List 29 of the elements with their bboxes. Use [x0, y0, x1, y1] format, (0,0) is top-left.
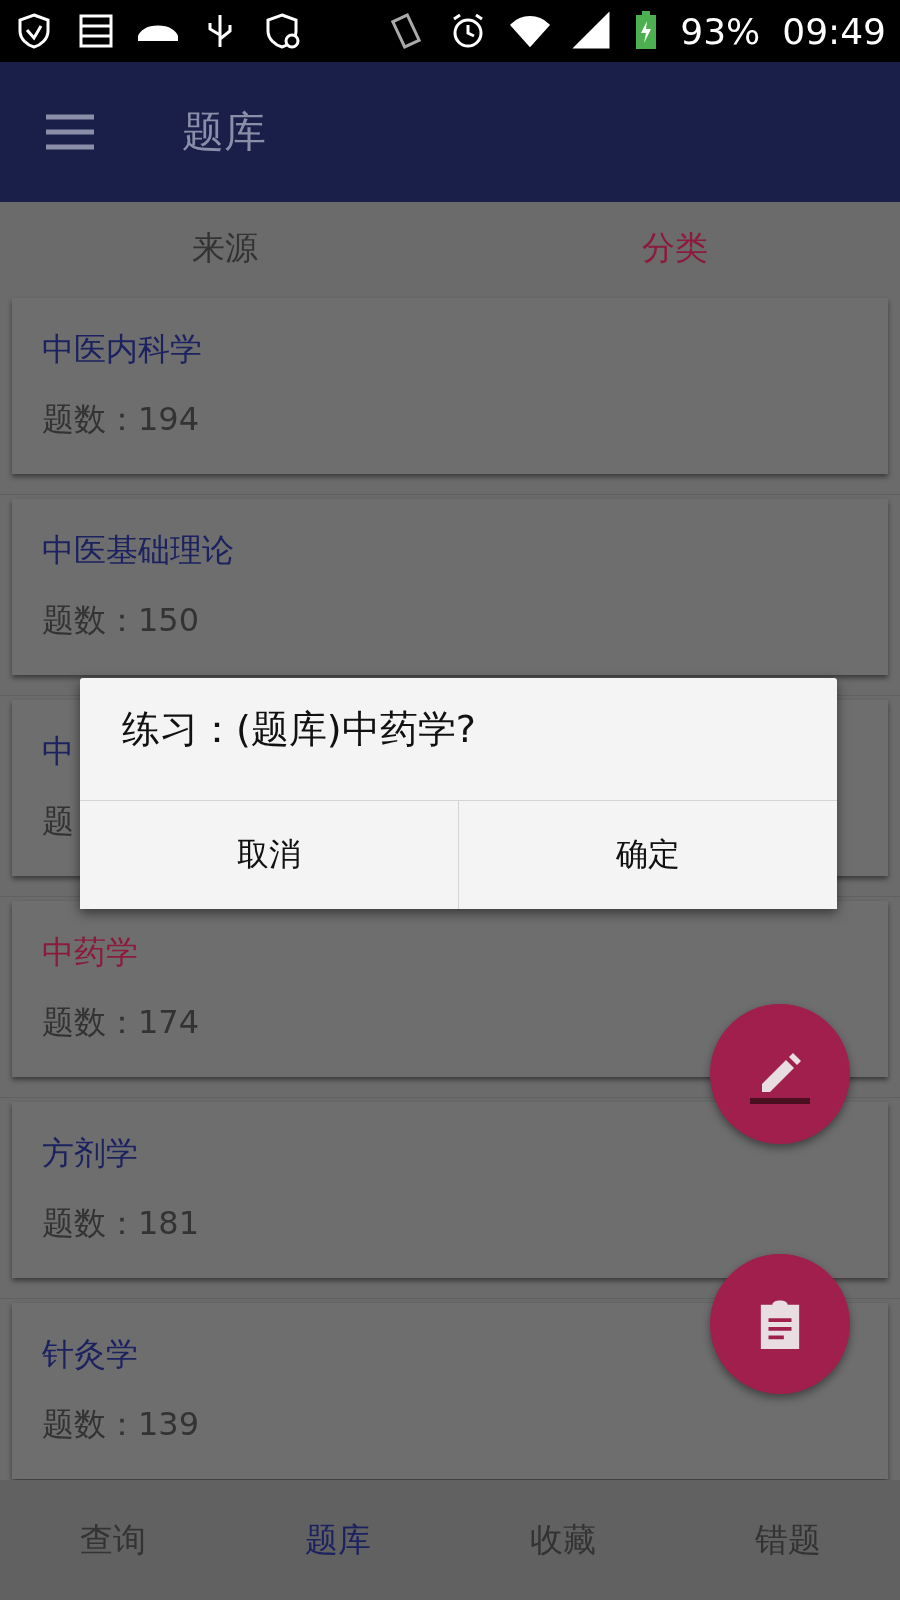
dialog-button[interactable]: 确定	[458, 801, 837, 909]
menu-icon[interactable]	[46, 114, 94, 150]
category-title: 针灸学	[42, 1334, 138, 1375]
tab[interactable]: 分类	[450, 202, 900, 294]
battery-percent: 93%	[680, 10, 761, 52]
category-title: 中	[42, 731, 74, 772]
battery-icon	[634, 11, 659, 51]
category-title: 方剂学	[42, 1133, 138, 1174]
question-count: 题数：139	[42, 1404, 200, 1445]
category-title: 中药学	[42, 932, 138, 973]
tab[interactable]: 来源	[0, 202, 450, 294]
question-count: 题数：181	[42, 1203, 200, 1244]
category-card[interactable]: 针灸学 题数：139	[12, 1303, 888, 1479]
app-title: 题库	[182, 106, 266, 158]
category-card[interactable]: 方剂学 题数：181	[12, 1102, 888, 1278]
question-count: 题数：194	[42, 399, 200, 440]
dialog-button[interactable]: 取消	[80, 801, 458, 909]
clock: 09:49	[782, 10, 886, 52]
question-count: 题数：150	[42, 600, 200, 641]
category-title: 中医内科学	[42, 329, 202, 370]
category-card[interactable]: 中医基础理论 题数：150	[12, 499, 888, 675]
question-count: 题	[42, 801, 74, 842]
category-card[interactable]: 中药学 题数：174	[12, 901, 888, 1077]
category-title: 中医基础理论	[42, 530, 234, 571]
signal-icon	[572, 11, 613, 51]
question-count: 题数：174	[42, 1002, 200, 1043]
nav-tab[interactable]: 题库	[225, 1480, 450, 1600]
category-card[interactable]: 中医内科学 题数：194	[12, 298, 888, 474]
dialog-title: 练习：(题库)中药学?	[121, 706, 477, 753]
